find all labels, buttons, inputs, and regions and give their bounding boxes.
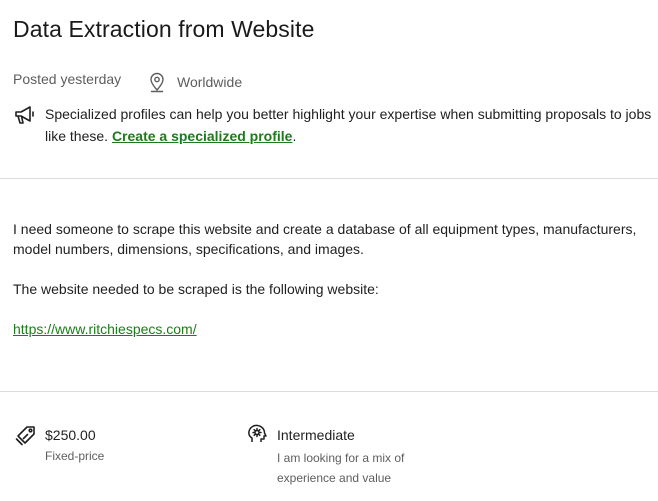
promo-suffix: . — [292, 128, 297, 144]
job-description: I need someone to scrape this website an… — [13, 219, 643, 339]
budget-amount: $250.00 — [45, 427, 96, 443]
map-pin-icon — [147, 71, 167, 93]
specialized-profile-promo: Specialized profiles can help you better… — [13, 103, 653, 147]
budget-type: Fixed-price — [45, 449, 105, 463]
experience-level-description: I am looking for a mix of experience and… — [277, 451, 405, 485]
job-title: Data Extraction from Website — [13, 16, 315, 42]
posted-date: Posted yesterday — [13, 71, 122, 87]
website-link[interactable]: https://www.ritchiespecs.com/ — [13, 319, 197, 339]
description-paragraph: I need someone to scrape this website an… — [13, 221, 637, 257]
create-specialized-profile-link[interactable]: Create a specialized profile — [112, 128, 293, 144]
megaphone-icon — [13, 104, 37, 126]
description-paragraph: The website needed to be scraped is the … — [13, 281, 379, 297]
price-tag-icon — [15, 424, 37, 446]
location-text: Worldwide — [177, 74, 243, 90]
location: Worldwide — [147, 71, 242, 93]
gear-brain-icon — [246, 423, 268, 445]
experience-level-label: Intermediate — [277, 427, 355, 443]
divider — [0, 391, 658, 392]
divider — [0, 178, 658, 179]
